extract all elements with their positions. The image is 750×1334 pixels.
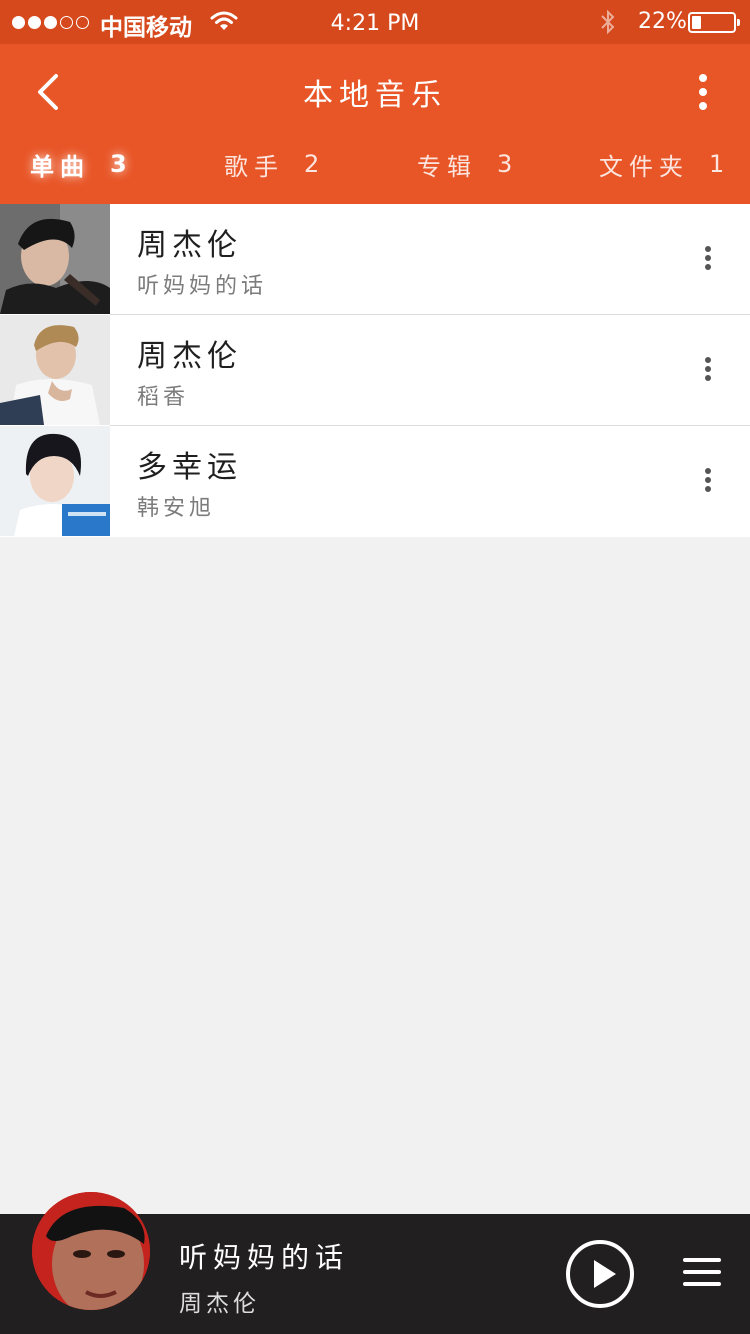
tab-label: 文件夹 bbox=[599, 152, 689, 181]
song-artist: 周杰伦 bbox=[137, 228, 242, 263]
song-row[interactable]: 多幸运 韩安旭 bbox=[0, 426, 750, 537]
album-cover bbox=[0, 315, 110, 425]
song-title: 韩安旭 bbox=[137, 496, 216, 521]
now-playing-artist: 周杰伦 bbox=[179, 1291, 260, 1317]
tab-label: 单曲 bbox=[30, 152, 90, 181]
tab-label: 歌手 bbox=[224, 152, 284, 181]
song-artist: 多幸运 bbox=[137, 450, 242, 485]
tab-count: 3 bbox=[497, 150, 513, 178]
album-cover bbox=[0, 426, 110, 536]
song-title: 稻香 bbox=[137, 385, 190, 410]
category-tabs: 单曲 3 歌手 2 专辑 3 文件夹 1 bbox=[0, 142, 750, 186]
song-list: 周杰伦 听妈妈的话 周杰伦 稻香 多幸运 韩安旭 bbox=[0, 204, 750, 537]
battery-percent: 22% bbox=[638, 9, 687, 34]
page-title: 本地音乐 bbox=[303, 78, 447, 113]
tab-folders[interactable]: 文件夹 1 bbox=[599, 142, 724, 186]
more-options-icon[interactable] bbox=[696, 355, 720, 385]
tab-count: 1 bbox=[709, 150, 725, 178]
tab-artists[interactable]: 歌手 2 bbox=[224, 142, 319, 186]
playlist-button[interactable] bbox=[683, 1258, 721, 1290]
album-cover bbox=[0, 204, 110, 314]
app-header: 本地音乐 单曲 3 歌手 2 专辑 3 文件夹 1 bbox=[0, 44, 750, 204]
tab-label: 专辑 bbox=[417, 152, 477, 181]
battery-icon bbox=[688, 12, 740, 33]
status-bar: 中国移动 4:21 PM 22% bbox=[0, 0, 750, 44]
tab-albums[interactable]: 专辑 3 bbox=[417, 142, 512, 186]
bluetooth-icon bbox=[601, 9, 615, 35]
more-options-icon[interactable] bbox=[696, 244, 720, 274]
tab-singles[interactable]: 单曲 3 bbox=[30, 142, 127, 186]
more-menu-button[interactable] bbox=[686, 70, 720, 114]
song-artist: 周杰伦 bbox=[137, 339, 242, 374]
song-row[interactable]: 周杰伦 听妈妈的话 bbox=[0, 204, 750, 315]
more-options-icon[interactable] bbox=[696, 466, 720, 496]
tab-count: 3 bbox=[110, 150, 127, 178]
play-button[interactable] bbox=[566, 1240, 634, 1308]
song-title: 听妈妈的话 bbox=[137, 274, 268, 299]
play-icon bbox=[594, 1260, 616, 1288]
now-playing-cover[interactable] bbox=[32, 1192, 150, 1310]
song-row[interactable]: 周杰伦 稻香 bbox=[0, 315, 750, 426]
now-playing-title: 听妈妈的话 bbox=[179, 1241, 350, 1274]
now-playing-bar[interactable]: 听妈妈的话 周杰伦 bbox=[0, 1192, 750, 1334]
tab-count: 2 bbox=[304, 150, 320, 178]
